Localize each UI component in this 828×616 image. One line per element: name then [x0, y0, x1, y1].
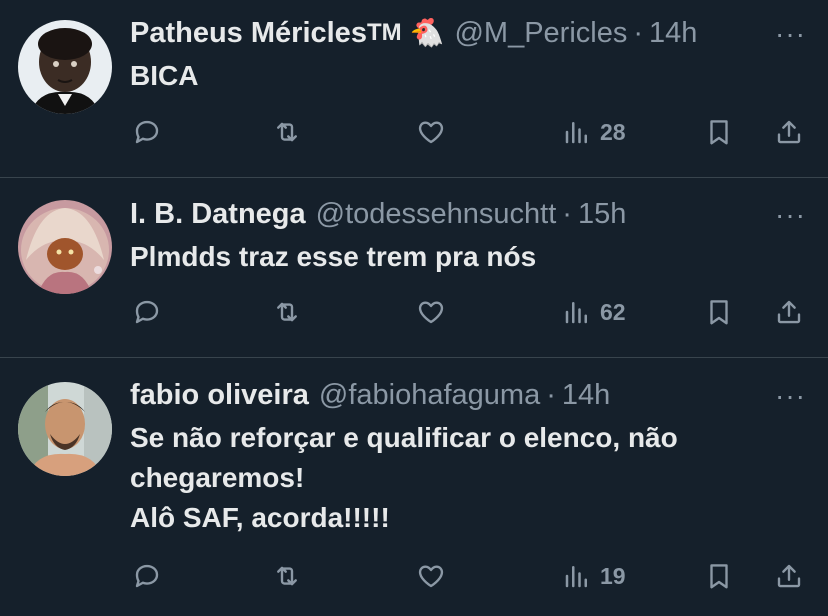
bookmark-button[interactable] — [704, 292, 734, 332]
views-button[interactable]: 62 — [562, 292, 626, 332]
user-handle[interactable]: @M_Pericles — [454, 14, 627, 52]
reply-icon — [135, 300, 159, 324]
bookmark-icon — [710, 120, 728, 145]
tweet-text: Plmdds traz esse trem pra nós — [130, 241, 537, 272]
display-name[interactable]: I. B. Datnega — [130, 195, 306, 233]
reply-icon — [135, 120, 159, 144]
timestamp[interactable]: 14h — [649, 14, 697, 52]
tweet-header: Patheus Méricles TM 🐔 @M_Pericles · 14h — [130, 14, 828, 52]
views-icon — [565, 302, 587, 324]
views-icon — [565, 566, 587, 588]
tweet-actions: 19 — [0, 556, 828, 596]
avatar[interactable] — [18, 382, 112, 476]
retweet-button[interactable] — [272, 112, 302, 152]
timestamp[interactable]: 14h — [562, 376, 610, 414]
views-count: 62 — [600, 298, 626, 325]
tweet[interactable]: fabio oliveira @fabiohafaguma · 14h ··· … — [0, 358, 828, 616]
display-name[interactable]: fabio oliveira — [130, 376, 309, 414]
more-options-icon[interactable]: ··· — [775, 382, 806, 410]
timestamp[interactable]: 15h — [578, 195, 626, 233]
reply-button[interactable] — [132, 112, 162, 152]
retweet-icon — [277, 302, 297, 322]
trademark-symbol: TM — [366, 19, 402, 46]
tweet-actions: 28 — [0, 112, 828, 152]
tweet-actions: 62 — [0, 292, 828, 332]
retweet-icon — [277, 122, 297, 142]
tweet-text: Se não reforçar e qualificar o elenco, n… — [130, 422, 678, 533]
tweet-header: I. B. Datnega @todessehnsuchtt · 15h — [130, 195, 828, 233]
share-icon — [777, 564, 801, 588]
share-button[interactable] — [774, 556, 804, 596]
share-icon — [777, 300, 801, 324]
like-icon — [418, 565, 444, 588]
share-button[interactable] — [774, 292, 804, 332]
tweet-text: BICA — [130, 60, 199, 91]
bookmark-button[interactable] — [704, 556, 734, 596]
bookmark-icon — [710, 300, 728, 325]
views-count: 19 — [600, 562, 626, 589]
share-icon — [777, 120, 801, 144]
views-icon — [565, 122, 587, 144]
bookmark-icon — [710, 564, 728, 589]
separator-dot: · — [562, 198, 572, 230]
tweet[interactable]: Patheus Méricles TM 🐔 @M_Pericles · 14h ·… — [0, 0, 828, 178]
share-button[interactable] — [774, 112, 804, 152]
user-handle[interactable]: @fabiohafaguma — [319, 376, 540, 414]
display-name[interactable]: Patheus Méricles — [130, 14, 367, 52]
retweet-button[interactable] — [272, 292, 302, 332]
like-button[interactable] — [416, 292, 446, 332]
avatar[interactable] — [18, 200, 112, 294]
like-icon — [418, 301, 444, 324]
reply-button[interactable] — [132, 556, 162, 596]
more-options-icon[interactable]: ··· — [775, 20, 806, 48]
like-button[interactable] — [416, 112, 446, 152]
views-button[interactable]: 28 — [562, 112, 626, 152]
chicken-emoji-icon: 🐔 — [409, 17, 445, 48]
separator-dot: · — [546, 379, 556, 411]
like-icon — [418, 121, 444, 144]
tweet-header: fabio oliveira @fabiohafaguma · 14h — [130, 376, 828, 414]
user-handle[interactable]: @todessehnsuchtt — [316, 195, 557, 233]
reply-button[interactable] — [132, 292, 162, 332]
views-button[interactable]: 19 — [562, 556, 626, 596]
reply-icon — [135, 564, 159, 588]
tweet[interactable]: I. B. Datnega @todessehnsuchtt · 15h ···… — [0, 178, 828, 358]
bookmark-button[interactable] — [704, 112, 734, 152]
views-count: 28 — [600, 118, 626, 145]
like-button[interactable] — [416, 556, 446, 596]
retweet-button[interactable] — [272, 556, 302, 596]
more-options-icon[interactable]: ··· — [775, 201, 806, 229]
separator-dot: · — [633, 17, 644, 49]
retweet-icon — [277, 566, 297, 586]
avatar[interactable] — [18, 20, 112, 114]
